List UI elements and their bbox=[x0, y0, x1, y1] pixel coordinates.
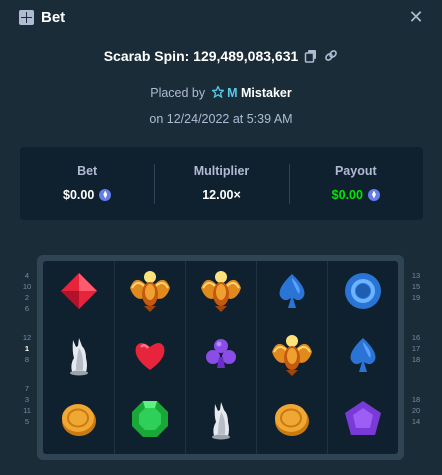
multiplier-label: Multiplier bbox=[193, 163, 250, 178]
multiplier-value-row: 12.00× bbox=[202, 188, 241, 202]
eth-coin-icon bbox=[99, 188, 112, 201]
white-cat-statue-icon bbox=[56, 332, 102, 383]
reel-cell bbox=[256, 261, 327, 326]
red-heart-icon bbox=[127, 332, 173, 383]
white-cat-statue-icon bbox=[198, 396, 244, 447]
close-icon[interactable]: ✕ bbox=[408, 8, 424, 26]
reel-cell bbox=[43, 325, 114, 389]
purple-club-icon bbox=[198, 332, 244, 383]
bet-stat: Bet $0.00 bbox=[20, 164, 154, 204]
payline-number: 5 bbox=[24, 417, 30, 426]
payline-number: 4 bbox=[24, 271, 30, 280]
payline-group: 16 17 18 bbox=[407, 332, 425, 365]
payout-stat: Payout $0.00 bbox=[288, 163, 423, 204]
payline-group: 13 15 19 bbox=[407, 270, 425, 303]
reel-cell bbox=[185, 389, 256, 454]
payline-number: 18 bbox=[411, 355, 421, 364]
reel-cell bbox=[256, 325, 327, 390]
payline-number: 15 bbox=[411, 282, 421, 291]
reel-cell bbox=[327, 325, 398, 390]
payline-number: 16 bbox=[411, 333, 421, 342]
payline-number: 3 bbox=[24, 395, 30, 404]
payline-number: 8 bbox=[24, 355, 30, 364]
payline-number: 12 bbox=[22, 333, 32, 342]
bet-label: Bet bbox=[77, 163, 98, 178]
multiplier-value: 12.00× bbox=[202, 187, 241, 202]
blue-spade-icon bbox=[340, 332, 386, 383]
modal-header: Bet ✕ bbox=[0, 0, 442, 36]
reel-cell bbox=[327, 261, 398, 326]
reel-cell bbox=[114, 389, 185, 454]
payline-numbers-right: 13 15 19 16 17 18 18 20 14 bbox=[407, 270, 425, 427]
reel-cell bbox=[256, 389, 327, 454]
scarab-icon bbox=[269, 332, 315, 383]
payline-number: 17 bbox=[411, 344, 421, 353]
bet-value-row: $0.00 bbox=[63, 187, 112, 202]
reel-cell bbox=[114, 261, 185, 326]
stats-panel: Bet $0.00 Multiplier 12.00× Payout $0.00 bbox=[20, 147, 423, 220]
modal-title: Bet bbox=[41, 9, 66, 26]
payline-group: 4 10 2 6 bbox=[18, 270, 36, 314]
payline-group: 18 20 14 bbox=[407, 394, 425, 427]
slot-board bbox=[37, 255, 404, 460]
purple-pentagon-icon bbox=[340, 396, 386, 447]
vip-star-icon bbox=[210, 84, 225, 99]
payout-value: $0.00 bbox=[331, 187, 363, 202]
payline-number: 14 bbox=[411, 417, 421, 426]
reel-cell bbox=[327, 389, 398, 454]
payline-number: 6 bbox=[24, 304, 30, 313]
vip-badge: M bbox=[227, 86, 238, 100]
scarab-icon bbox=[198, 268, 244, 319]
gold-coin-icon bbox=[56, 396, 102, 447]
reel-cell bbox=[43, 261, 114, 325]
gold-coin-icon bbox=[269, 396, 315, 447]
bet-modal-icon bbox=[19, 10, 34, 25]
payline-number: 7 bbox=[24, 384, 30, 393]
reel-cell bbox=[185, 261, 256, 326]
spin-id-label: Scarab Spin: 129,489,083,631 bbox=[103, 48, 299, 64]
reel-cell bbox=[43, 390, 114, 454]
payline-number: 10 bbox=[22, 282, 32, 291]
payline-number: 18 bbox=[411, 395, 421, 404]
payline-group: 7 3 11 5 bbox=[18, 383, 36, 427]
scarab-icon bbox=[127, 268, 173, 319]
blue-spade-icon bbox=[269, 268, 315, 319]
payline-number: 2 bbox=[24, 293, 30, 302]
copy-icon[interactable] bbox=[304, 49, 318, 63]
eth-coin-icon bbox=[367, 188, 380, 201]
payout-value-row: $0.00 bbox=[332, 188, 380, 202]
spin-line: Scarab Spin: 129,489,083,631 bbox=[0, 48, 442, 64]
payline-number-active: 1 bbox=[24, 344, 30, 353]
bet-date: on 12/24/2022 at 5:39 AM bbox=[149, 112, 293, 126]
payout-label: Payout bbox=[334, 163, 377, 178]
payline-numbers-left: 4 10 2 6 12 1 8 7 3 11 5 bbox=[18, 270, 36, 427]
placed-by-label: Placed by bbox=[150, 86, 206, 100]
blue-ring-icon bbox=[340, 268, 386, 319]
payline-number: 20 bbox=[411, 406, 421, 415]
placed-by-line: Placed by M Mistaker bbox=[0, 84, 442, 100]
reel-cell bbox=[185, 325, 256, 390]
username-link[interactable]: Mistaker bbox=[241, 86, 292, 100]
payline-number: 11 bbox=[23, 406, 31, 415]
red-diamond-icon bbox=[56, 268, 102, 319]
payline-number: 19 bbox=[411, 293, 421, 302]
reel-cell bbox=[114, 325, 185, 390]
slot-grid bbox=[43, 261, 398, 454]
payline-number: 13 bbox=[411, 271, 421, 280]
multiplier-stat: Multiplier 12.00× bbox=[154, 163, 288, 204]
payline-group: 12 1 8 bbox=[18, 332, 36, 365]
link-icon[interactable] bbox=[324, 49, 338, 63]
bet-value: $0.00 bbox=[63, 187, 95, 202]
green-emerald-icon bbox=[127, 396, 173, 447]
